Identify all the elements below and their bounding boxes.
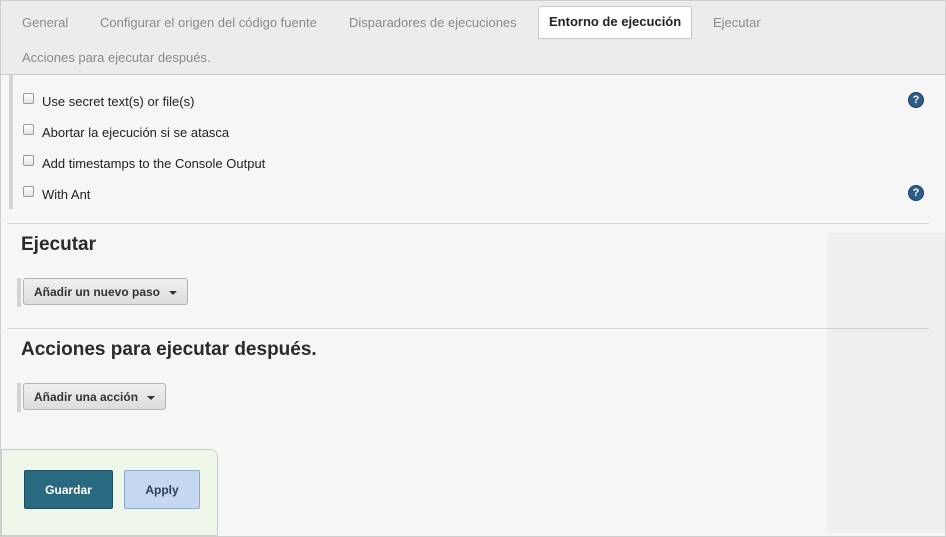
section-divider — [7, 223, 929, 224]
secret-text-checkbox[interactable] — [23, 92, 34, 104]
section-divider — [7, 328, 929, 329]
tab-build-environment[interactable]: Entorno de ejecución — [538, 6, 693, 39]
option-with-ant: With Ant — [23, 185, 90, 203]
tab-build-triggers[interactable]: Disparadores de ejecuciones — [349, 15, 517, 30]
save-button[interactable]: Guardar — [24, 470, 113, 509]
caret-down-icon — [169, 290, 178, 295]
help-icon[interactable]: ? — [908, 185, 924, 201]
add-build-step-button[interactable]: Añadir un nuevo paso — [23, 278, 189, 305]
option-label: With Ant — [42, 186, 91, 202]
section-indent-bar — [17, 383, 21, 412]
build-section-heading: Ejecutar — [21, 234, 96, 255]
config-tab-bar: General Configurar el origen del código … — [1, 1, 945, 75]
add-build-step-label: Añadir un nuevo paso — [34, 284, 161, 299]
add-post-build-action-label: Añadir una acción — [34, 389, 139, 404]
add-post-build-action-button[interactable]: Añadir una acción — [23, 383, 167, 410]
section-indent-bar — [9, 75, 13, 209]
job-config-page: General Configurar el origen del código … — [0, 0, 946, 537]
caret-down-icon — [147, 395, 156, 400]
option-label: Use secret text(s) or file(s) — [42, 93, 195, 109]
abort-stuck-checkbox[interactable] — [23, 123, 34, 135]
tab-source-code[interactable]: Configurar el origen del código fuente — [100, 15, 317, 30]
option-label: Add timestamps to the Console Output — [42, 155, 266, 171]
post-build-section-heading: Acciones para ejecutar después. — [21, 339, 317, 360]
option-timestamps: Add timestamps to the Console Output — [23, 154, 265, 172]
tab-general[interactable]: General — [22, 15, 68, 30]
apply-button[interactable]: Apply — [124, 470, 200, 509]
background-overlay-panel — [827, 233, 945, 533]
section-indent-bar — [17, 278, 21, 307]
tab-post-build[interactable]: Acciones para ejecutar después. — [22, 50, 211, 65]
tab-build[interactable]: Ejecutar — [713, 15, 761, 30]
with-ant-checkbox[interactable] — [23, 185, 34, 197]
option-secret-text: Use secret text(s) or file(s) — [23, 92, 194, 110]
help-icon[interactable]: ? — [908, 92, 924, 108]
option-abort-stuck: Abortar la ejecución si se atasca — [23, 123, 229, 141]
option-label: Abortar la ejecución si se atasca — [42, 124, 230, 140]
timestamps-checkbox[interactable] — [23, 154, 34, 166]
